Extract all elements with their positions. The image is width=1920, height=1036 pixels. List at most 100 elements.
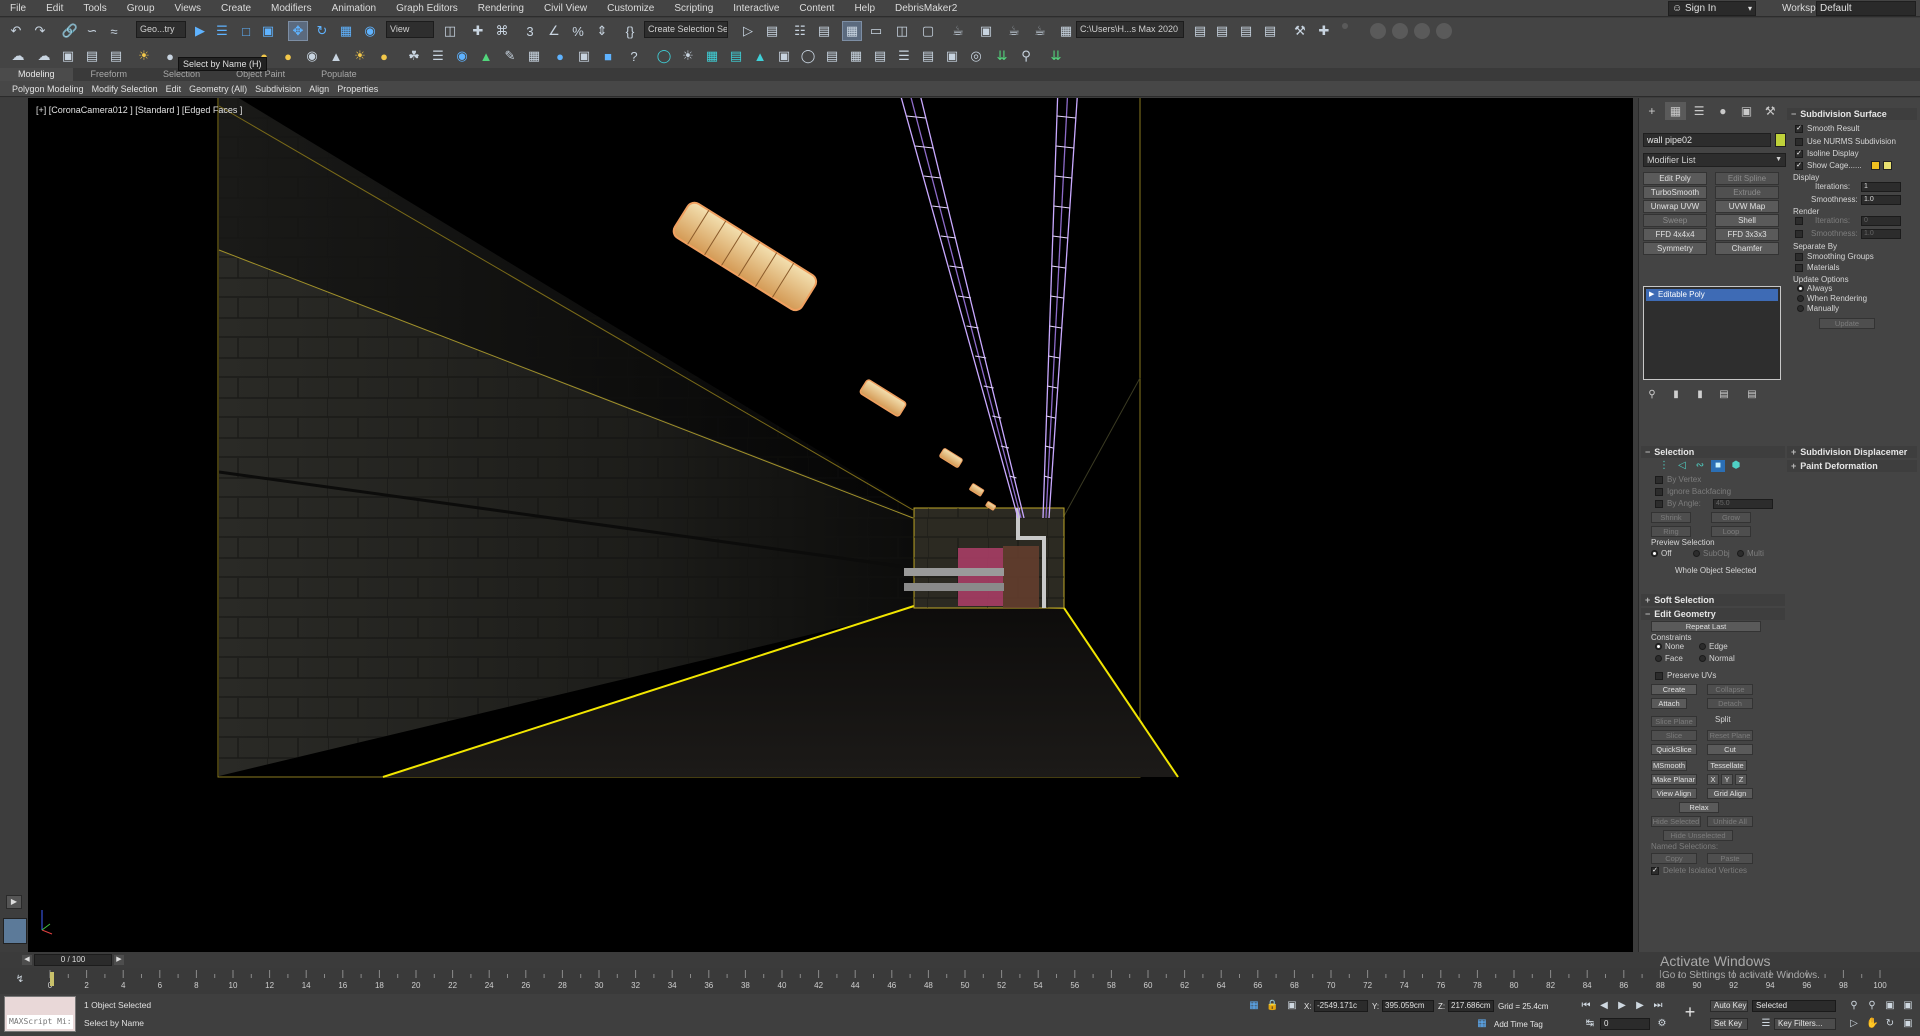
- angle-snap-icon[interactable]: ∠: [544, 21, 564, 41]
- current-frame-field[interactable]: 0: [1600, 1018, 1650, 1030]
- time-slider[interactable]: ◀ 0 / 100 ▶: [0, 952, 1920, 968]
- render-setup-icon[interactable]: ☕: [948, 21, 968, 41]
- crosshair-icon[interactable]: ✚: [1314, 21, 1334, 41]
- isolate-selection-icon[interactable]: ▦: [1248, 1000, 1260, 1012]
- prev-frame-arrow-icon[interactable]: ◀: [22, 955, 32, 965]
- stack-icon[interactable]: ☰: [894, 46, 914, 66]
- render-iterative-icon[interactable]: ☕: [1030, 21, 1050, 41]
- window-icon[interactable]: ▤: [870, 46, 890, 66]
- key-filters-button[interactable]: Key Filters...: [1774, 1018, 1836, 1030]
- ribbon-item-edit[interactable]: Edit: [162, 84, 186, 94]
- render-iterations-checkbox[interactable]: [1795, 217, 1803, 225]
- grid-align-button[interactable]: Grid Align: [1707, 788, 1753, 799]
- selection-lock-icon[interactable]: 🔒: [1266, 1000, 1278, 1012]
- display-smoothness-spinner[interactable]: 1.0: [1861, 195, 1901, 205]
- ribbon-tab-populate[interactable]: Populate: [303, 68, 375, 81]
- tessellate-button[interactable]: Tessellate: [1707, 760, 1747, 771]
- z-coord-field[interactable]: 217.686cm: [1448, 1000, 1494, 1012]
- materials-checkbox[interactable]: [1795, 264, 1803, 272]
- hide-unselected-button[interactable]: Hide Unselected: [1663, 830, 1733, 841]
- cut-button[interactable]: Cut: [1707, 744, 1753, 755]
- maxscript-input[interactable]: MAXScript Mi:: [7, 1015, 73, 1029]
- detach-button[interactable]: Detach: [1707, 698, 1753, 709]
- hammer-icon[interactable]: ⚒: [1290, 21, 1310, 41]
- render-production-icon[interactable]: ☕: [1004, 21, 1024, 41]
- zoom-all-icon[interactable]: ⚲: [1866, 1000, 1878, 1012]
- corona-proxy-icon[interactable]: ▤: [106, 46, 126, 66]
- light-circle-3-icon[interactable]: [1414, 23, 1430, 39]
- pin-stack-icon[interactable]: ⚲: [1645, 388, 1659, 402]
- copy-icon[interactable]: ▣: [942, 46, 962, 66]
- menu-item-edit[interactable]: Edit: [36, 0, 73, 17]
- ribbon-item-subdivision[interactable]: Subdivision: [251, 84, 305, 94]
- modifier-button-chamfer[interactable]: Chamfer: [1715, 242, 1779, 255]
- eye-icon[interactable]: ◎: [966, 46, 986, 66]
- snaps-toggle-icon[interactable]: 3: [520, 21, 540, 41]
- menu-item-views[interactable]: Views: [165, 0, 212, 17]
- object-name-field[interactable]: wall pipe02: [1643, 133, 1771, 147]
- square-tool-icon[interactable]: ▣: [774, 46, 794, 66]
- selection-filter-dropdown[interactable]: Geo...try: [136, 21, 186, 38]
- menu-item-create[interactable]: Create: [211, 0, 261, 17]
- delete-isolated-checkbox[interactable]: ✓: [1651, 867, 1659, 875]
- x-coord-field[interactable]: -2549.171c: [1314, 1000, 1368, 1012]
- zoom-extents-icon[interactable]: ▣: [1884, 1000, 1896, 1012]
- cage-color-swatch-1[interactable]: [1871, 161, 1880, 170]
- next-frame-icon[interactable]: ▶: [1634, 1000, 1646, 1012]
- render-shade-icon[interactable]: ▦: [1056, 21, 1076, 41]
- paint-deformation-title[interactable]: + Paint Deformation: [1791, 461, 1878, 471]
- menu-item-rendering[interactable]: Rendering: [468, 0, 534, 17]
- update-when-rendering-radio[interactable]: [1797, 295, 1804, 302]
- menu-item-scripting[interactable]: Scripting: [664, 0, 723, 17]
- menu-item-graph-editors[interactable]: Graph Editors: [386, 0, 468, 17]
- menu-item-tools[interactable]: Tools: [73, 0, 116, 17]
- quickslice-button[interactable]: QuickSlice: [1651, 744, 1697, 755]
- soft-selection-title[interactable]: + Soft Selection: [1645, 595, 1714, 605]
- subdivision-surface-title[interactable]: − Subdivision Surface: [1791, 109, 1887, 119]
- copy-button[interactable]: Copy: [1651, 853, 1697, 864]
- corona-render-icon[interactable]: ☁: [8, 46, 28, 66]
- auto-key-button[interactable]: Auto Key: [1710, 1000, 1748, 1012]
- named-selection-dropdown[interactable]: Create Selection Se: [644, 21, 728, 38]
- menu-item-interactive[interactable]: Interactive: [723, 0, 789, 17]
- time-tag-icon[interactable]: ▦: [1476, 1018, 1488, 1030]
- corona-settings-icon[interactable]: ▤: [82, 46, 102, 66]
- sun-toggle-icon[interactable]: ☀: [678, 46, 698, 66]
- cone-icon[interactable]: ▲: [750, 46, 770, 66]
- menu-item-file[interactable]: File: [0, 0, 36, 17]
- field-of-view-icon[interactable]: ▷: [1848, 1018, 1860, 1030]
- window-crossing-icon[interactable]: ▣: [258, 21, 278, 41]
- ribbon-tab-modeling[interactable]: Modeling: [0, 68, 73, 81]
- undo-icon[interactable]: ↶: [6, 21, 26, 41]
- expand-arrow-icon[interactable]: ▶: [1649, 289, 1654, 301]
- current-frame-marker[interactable]: [50, 972, 54, 986]
- key-mode-icon[interactable]: ↹: [1584, 1018, 1596, 1030]
- smoothing-groups-checkbox[interactable]: [1795, 253, 1803, 261]
- shrink-button[interactable]: Shrink: [1651, 512, 1691, 523]
- project-open-icon[interactable]: ▤: [1212, 21, 1232, 41]
- scene-explorer-icon[interactable]: ▦: [842, 21, 862, 41]
- panel-icon[interactable]: ▤: [918, 46, 938, 66]
- modifier-button-symmetry[interactable]: Symmetry: [1643, 242, 1707, 255]
- hide-selected-button[interactable]: Hide Selected: [1651, 816, 1701, 827]
- menu-item-animation[interactable]: Animation: [322, 0, 386, 17]
- toggle-ribbon-icon[interactable]: ▤: [814, 21, 834, 41]
- light-circle-1-icon[interactable]: [1370, 23, 1386, 39]
- show-cage-checkbox[interactable]: ✓: [1795, 162, 1803, 170]
- preview-off-radio[interactable]: [1651, 550, 1658, 557]
- modifier-button-extrude[interactable]: Extrude: [1715, 186, 1779, 199]
- view-align-button[interactable]: View Align: [1651, 788, 1697, 799]
- box-tool-icon[interactable]: ▣: [574, 46, 594, 66]
- rectangular-selection-icon[interactable]: □: [236, 21, 256, 41]
- percent-snap-icon[interactable]: %: [568, 21, 588, 41]
- render-smoothness-checkbox[interactable]: [1795, 230, 1803, 238]
- corona-sky-icon[interactable]: ●: [374, 46, 394, 66]
- align-icon[interactable]: ▤: [762, 21, 782, 41]
- selection-set-dropdown[interactable]: Selected: [1752, 1000, 1836, 1012]
- decal-icon[interactable]: ☰: [428, 46, 448, 66]
- spinner-snap-icon[interactable]: ⇕: [592, 21, 612, 41]
- project-folder-icon[interactable]: ▤: [1190, 21, 1210, 41]
- modifier-button-uvw-map[interactable]: UVW Map: [1715, 200, 1779, 213]
- preview-multi-radio[interactable]: [1737, 550, 1744, 557]
- edit-named-selection-icon[interactable]: {}: [620, 21, 640, 41]
